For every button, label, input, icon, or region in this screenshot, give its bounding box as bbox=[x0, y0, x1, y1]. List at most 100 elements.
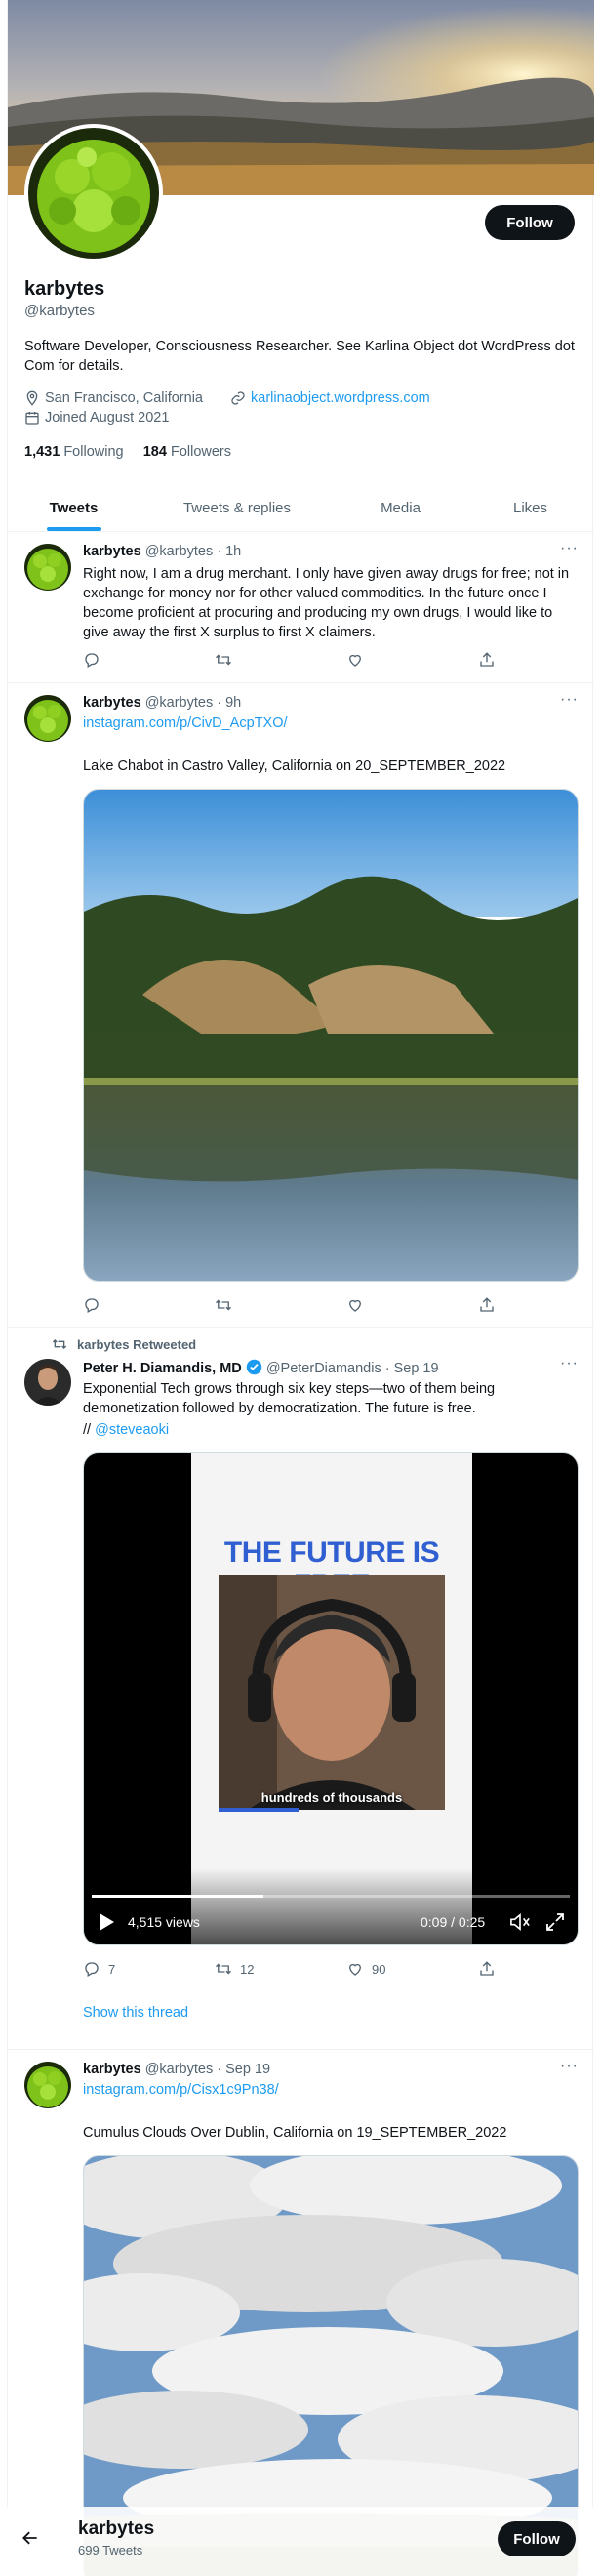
tweet[interactable]: karbytes @karbytes · 1h ··· Right now, I… bbox=[8, 532, 594, 683]
tab-tweets-replies[interactable]: Tweets & replies bbox=[140, 483, 335, 532]
following-label: Following bbox=[63, 444, 124, 460]
retweet-count: 12 bbox=[240, 1961, 255, 1977]
mention-prefix: // bbox=[83, 1422, 92, 1438]
more-icon[interactable]: ··· bbox=[560, 2058, 579, 2075]
retweet-button[interactable]: 12 bbox=[215, 1960, 254, 1978]
share-button[interactable] bbox=[478, 651, 496, 669]
followers-label: Followers bbox=[170, 444, 232, 460]
tweet-text: Right now, I am a drug merchant. I only … bbox=[83, 566, 570, 640]
reply-icon bbox=[85, 1962, 99, 1977]
retweet-button[interactable] bbox=[215, 1296, 232, 1314]
retweeted-by[interactable]: karbytes Retweeted bbox=[52, 1336, 196, 1352]
author-name[interactable]: Peter H. Diamandis, MD bbox=[83, 1361, 242, 1376]
reply-count: 7 bbox=[108, 1961, 116, 1977]
follow-button[interactable]: Follow bbox=[485, 205, 575, 240]
share-icon bbox=[480, 1297, 494, 1312]
mention-link[interactable]: @steveaoki bbox=[95, 1422, 169, 1438]
avatar[interactable] bbox=[24, 1359, 71, 1406]
like-icon bbox=[349, 654, 361, 667]
tweet-header: karbytes @karbytes · Sep 19 bbox=[83, 2062, 270, 2077]
retweet-icon bbox=[52, 1339, 67, 1349]
tweet-header: karbytes @karbytes · 9h bbox=[83, 695, 241, 711]
like-icon bbox=[349, 1299, 361, 1312]
tweet-link[interactable]: instagram.com/p/Cisx1c9Pn38/ bbox=[83, 2082, 279, 2098]
tweet-photo[interactable] bbox=[83, 789, 579, 1282]
author-name[interactable]: karbytes bbox=[83, 2062, 141, 2077]
sticky-tweet-count: 699 Tweets bbox=[78, 2543, 143, 2557]
more-icon[interactable]: ··· bbox=[560, 540, 579, 557]
tweet[interactable]: karbytes @karbytes · Sep 19 ··· instagra… bbox=[8, 2050, 594, 2576]
author-handle[interactable]: @karbytes bbox=[145, 544, 214, 559]
profile-counts: 1,431 Following 184 Followers bbox=[24, 444, 231, 460]
link-icon bbox=[231, 391, 245, 405]
author-name[interactable]: karbytes bbox=[83, 544, 141, 559]
tweet[interactable]: karbytes @karbytes · 9h ··· instagram.co… bbox=[8, 683, 594, 1328]
profile-bio: Software Developer, Consciousness Resear… bbox=[24, 339, 575, 374]
profile-avatar[interactable] bbox=[24, 124, 163, 263]
video-views: 4,515 views bbox=[128, 1914, 200, 1930]
back-arrow-icon[interactable] bbox=[20, 2528, 40, 2553]
author-handle[interactable]: @karbytes bbox=[145, 2062, 214, 2077]
profile-location: San Francisco, California bbox=[24, 390, 203, 406]
tweet-actions: 7 12 90 bbox=[83, 1960, 496, 1982]
reply-button[interactable]: 7 bbox=[83, 1960, 115, 1978]
more-icon[interactable]: ··· bbox=[560, 691, 579, 709]
following-link[interactable]: 1,431 Following bbox=[24, 444, 124, 460]
author-handle[interactable]: @karbytes bbox=[145, 695, 214, 711]
share-button[interactable] bbox=[478, 1296, 496, 1314]
show-thread-link[interactable]: Show this thread bbox=[83, 2005, 188, 2021]
avatar[interactable] bbox=[24, 544, 71, 591]
sticky-follow-button[interactable]: Follow bbox=[498, 2521, 576, 2556]
tweet-actions bbox=[83, 651, 496, 673]
like-button[interactable]: 90 bbox=[346, 1960, 385, 1978]
tab-likes[interactable]: Likes bbox=[466, 483, 594, 532]
author-handle[interactable]: @PeterDiamandis bbox=[266, 1361, 381, 1376]
like-button[interactable] bbox=[346, 1296, 364, 1314]
location-text: San Francisco, California bbox=[45, 390, 203, 406]
tweet-actions bbox=[83, 1296, 496, 1318]
followers-link[interactable]: 184 Followers bbox=[143, 444, 231, 460]
tweet-link[interactable]: instagram.com/p/CivD_AcpTXO/ bbox=[83, 716, 288, 731]
video-person bbox=[219, 1575, 445, 1810]
like-button[interactable] bbox=[346, 651, 364, 669]
retweet-button[interactable] bbox=[215, 651, 232, 669]
retweeted-tweet[interactable]: karbytes Retweeted Peter H. Diamandis, M… bbox=[8, 1328, 594, 2050]
avatar[interactable] bbox=[24, 695, 71, 742]
joined-text: Joined August 2021 bbox=[45, 410, 170, 426]
tweet-time[interactable]: · 1h bbox=[217, 544, 241, 559]
tweet-time[interactable]: · Sep 19 bbox=[217, 2062, 270, 2077]
profile-name: karbytes bbox=[24, 278, 105, 300]
followers-count: 184 bbox=[142, 444, 167, 460]
avatar[interactable] bbox=[24, 2062, 71, 2108]
more-icon[interactable]: ··· bbox=[560, 1355, 579, 1372]
tab-tweets[interactable]: Tweets bbox=[8, 483, 140, 532]
location-icon bbox=[26, 390, 38, 406]
tweet-time[interactable]: · Sep 19 bbox=[385, 1361, 439, 1376]
share-icon bbox=[480, 1961, 494, 1976]
reply-button[interactable] bbox=[83, 1296, 100, 1314]
tweet-text: Lake Chabot in Castro Valley, California… bbox=[83, 758, 506, 774]
tweet-video[interactable]: THE FUTURE IS FREE hundreds of thousands bbox=[83, 1452, 579, 1945]
mute-icon[interactable] bbox=[509, 1912, 531, 1937]
reply-button[interactable] bbox=[83, 651, 100, 669]
reply-icon bbox=[85, 653, 99, 668]
video-progress-track[interactable] bbox=[92, 1895, 570, 1898]
tweet-time[interactable]: · 9h bbox=[217, 695, 241, 711]
author-name[interactable]: karbytes bbox=[83, 695, 141, 711]
tweet-text: Exponential Tech grows through six key s… bbox=[83, 1381, 496, 1416]
website-link[interactable]: karlinaobject.wordpress.com bbox=[251, 390, 430, 406]
play-icon[interactable] bbox=[98, 1912, 115, 1937]
tweet-header: Peter H. Diamandis, MD @PeterDiamandis ·… bbox=[83, 1359, 439, 1376]
sticky-name: karbytes bbox=[78, 2518, 155, 2539]
like-icon bbox=[349, 1963, 361, 1976]
fullscreen-icon[interactable] bbox=[545, 1912, 565, 1937]
active-tab-indicator bbox=[47, 527, 101, 531]
profile-website[interactable]: karlinaobject.wordpress.com bbox=[230, 390, 430, 406]
tab-media[interactable]: Media bbox=[335, 483, 466, 532]
profile-joined: Joined August 2021 bbox=[24, 410, 169, 426]
profile-handle: @karbytes bbox=[24, 303, 95, 319]
tweet-header: karbytes @karbytes · 1h bbox=[83, 544, 241, 559]
video-caption: hundreds of thousands bbox=[260, 1790, 403, 1805]
like-count: 90 bbox=[372, 1961, 386, 1977]
share-button[interactable] bbox=[478, 1960, 496, 1978]
